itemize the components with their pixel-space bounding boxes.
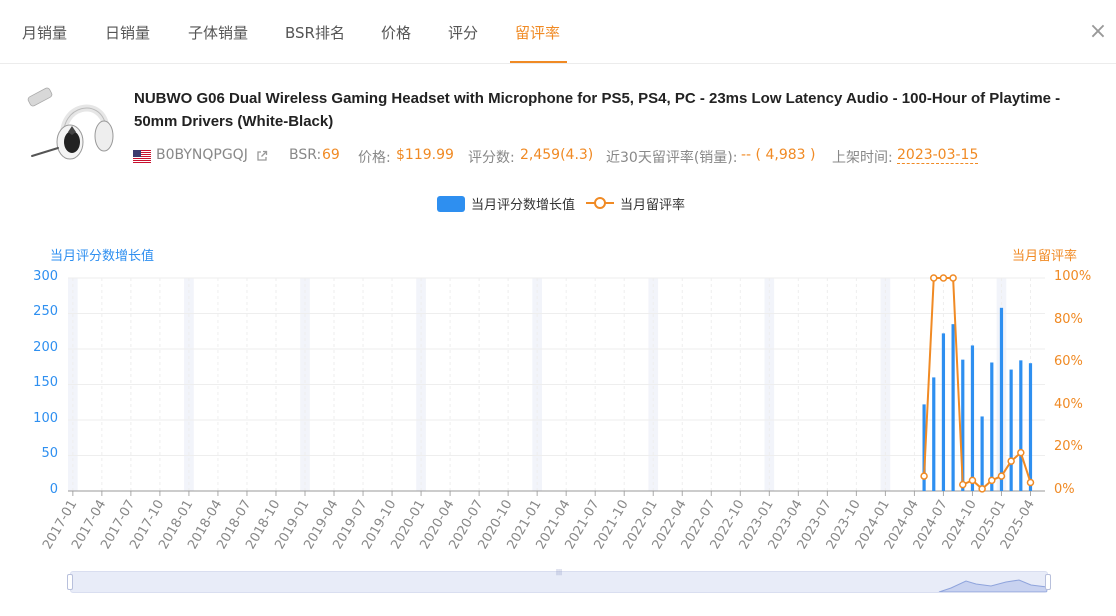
review-rate-chart: 2017-012017-042017-072017-102018-012018-…: [40, 274, 1045, 552]
rate-line: [923, 277, 1032, 491]
bar: [1028, 363, 1033, 491]
bar: [941, 333, 946, 491]
rate-point: [949, 274, 957, 282]
slider-grip-icon: |||: [556, 569, 563, 576]
rate-point: [997, 472, 1006, 480]
rate-point: [988, 476, 996, 485]
rate-point: [1026, 478, 1035, 487]
rate-point: [1017, 448, 1025, 457]
bar: [999, 307, 1004, 491]
rate-point: [920, 472, 928, 480]
rate-point: [930, 274, 938, 282]
bar: [1019, 360, 1023, 491]
bar: [932, 377, 936, 491]
bar: [980, 416, 984, 491]
rate-point: [939, 274, 948, 282]
bar: [951, 324, 955, 491]
slider-handle-right[interactable]: [1045, 574, 1051, 590]
rate-point: [1007, 457, 1015, 465]
rate-point: [959, 480, 967, 489]
bar: [970, 345, 975, 491]
bar: [990, 362, 994, 491]
rate-point: [968, 476, 977, 485]
bar: [1009, 369, 1013, 491]
rate-point: [978, 485, 986, 493]
slider-handle-left[interactable]: [67, 574, 73, 590]
